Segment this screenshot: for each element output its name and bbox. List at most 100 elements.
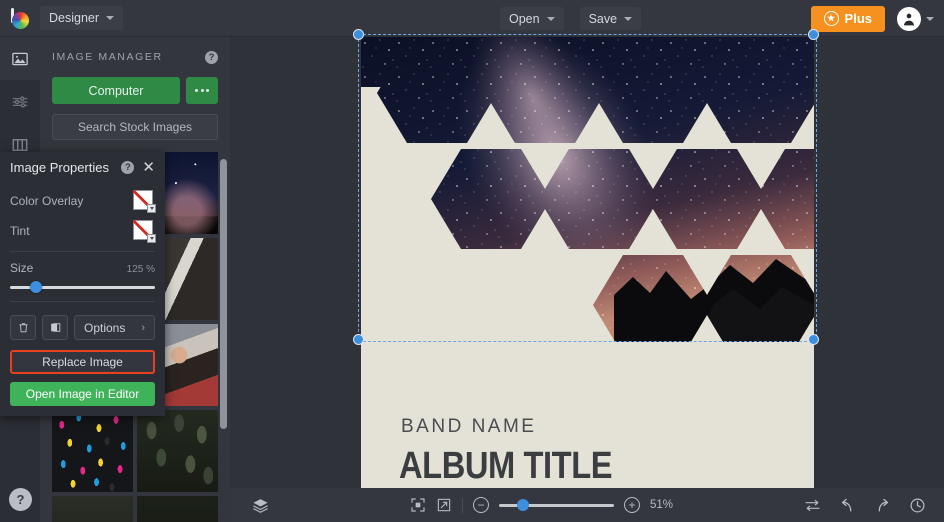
history-controls	[804, 497, 944, 514]
album-title-text[interactable]: ALBUM TITLE	[399, 445, 613, 488]
app-logo[interactable]	[0, 7, 40, 29]
chevron-down-icon	[546, 16, 555, 21]
image-properties-body: Color Overlay Tint Size 125 % Options › …	[0, 182, 165, 406]
thumb-forest-aerial[interactable]	[137, 410, 218, 492]
app-name-dropdown[interactable]: Designer	[40, 6, 124, 30]
sidebar-item-adjust[interactable]	[0, 80, 40, 123]
open-image-in-editor-label: Open Image in Editor	[25, 387, 140, 401]
thumb-dark-foliage[interactable]	[52, 496, 133, 522]
replace-image-label: Replace Image	[42, 355, 123, 369]
thumb-green-field[interactable]	[137, 496, 218, 522]
account-menu[interactable]	[897, 6, 934, 31]
color-overlay-label: Color Overlay	[10, 194, 84, 208]
replace-image-button[interactable]: Replace Image	[10, 350, 155, 374]
zoom-in-button[interactable]: +	[624, 497, 640, 513]
options-button[interactable]: Options ›	[74, 315, 155, 340]
plus-label: Plus	[844, 11, 872, 26]
divider	[462, 497, 463, 513]
history-button[interactable]	[909, 497, 926, 514]
open-menu-button[interactable]: Open	[500, 7, 564, 30]
fit-to-screen-icon	[411, 498, 425, 512]
redo-button[interactable]	[874, 497, 891, 514]
image-properties-header: Image Properties ? ✕	[0, 152, 165, 182]
app-root: Designer Open Save ★ Plus ? IMAGE MANAGE…	[0, 0, 944, 522]
plus-upgrade-button[interactable]: ★ Plus	[810, 5, 885, 32]
swap-button[interactable]	[804, 497, 821, 514]
swap-icon	[805, 499, 820, 511]
zoom-slider-knob[interactable]	[517, 499, 529, 511]
honeycomb-cells	[361, 37, 814, 342]
sidebar-item-image-manager[interactable]	[0, 37, 40, 80]
image-properties-panel: Image Properties ? ✕ Color Overlay Tint	[0, 152, 165, 416]
chevron-down-icon[interactable]	[147, 204, 156, 213]
close-icon[interactable]: ✕	[142, 160, 155, 175]
chevron-down-icon	[106, 16, 115, 20]
selection-handle-bottom-right[interactable]	[808, 334, 819, 345]
expand-button[interactable]	[436, 497, 452, 513]
divider	[10, 301, 155, 302]
more-options-icon[interactable]	[186, 77, 218, 104]
top-bar-right: ★ Plus	[810, 0, 934, 37]
artboard[interactable]: BAND NAME ALBUM TITLE	[361, 37, 814, 488]
tint-label: Tint	[10, 224, 30, 238]
sliders-icon	[12, 95, 28, 108]
layers-icon	[252, 498, 268, 513]
top-bar: Designer Open Save ★ Plus	[0, 0, 944, 37]
color-overlay-swatch[interactable]	[133, 190, 156, 213]
duplicate-button[interactable]	[42, 315, 68, 340]
avatar	[897, 6, 921, 31]
chevron-down-icon	[624, 16, 633, 21]
computer-button[interactable]: Computer	[52, 77, 180, 104]
zoom-slider[interactable]	[499, 497, 614, 513]
help-button[interactable]: ?	[9, 488, 32, 511]
fit-to-screen-button[interactable]	[410, 497, 426, 513]
tint-swatch[interactable]	[133, 220, 156, 243]
columns-icon	[12, 138, 28, 151]
selection-handle-top-left[interactable]	[353, 29, 364, 40]
question-icon[interactable]: ?	[205, 50, 218, 64]
tint-row: Tint	[10, 216, 156, 246]
panel-scrollbar-thumb[interactable]	[220, 159, 227, 429]
size-slider[interactable]	[10, 278, 155, 296]
divider	[10, 251, 155, 252]
thumb-sprinkles[interactable]	[52, 410, 133, 492]
size-row: Size 125 %	[10, 257, 155, 275]
band-name-text[interactable]: BAND NAME	[401, 416, 536, 438]
zoom-value: 51%	[650, 499, 674, 511]
color-wheel-icon	[11, 11, 29, 29]
open-label: Open	[509, 11, 540, 26]
question-icon[interactable]: ?	[121, 160, 135, 174]
selection-handle-top-right[interactable]	[808, 29, 819, 40]
zoom-out-button[interactable]: −	[473, 497, 489, 513]
color-overlay-row: Color Overlay	[10, 186, 156, 216]
bottom-toolbar: − + 51%	[230, 488, 944, 522]
redo-icon	[878, 498, 889, 511]
zoom-controls: − + 51%	[290, 497, 804, 513]
trash-icon	[18, 323, 28, 333]
expand-icon	[437, 498, 451, 512]
image-source-row: Computer	[40, 77, 230, 104]
search-stock-images-button[interactable]: Search Stock Images	[52, 114, 218, 140]
undo-button[interactable]	[839, 497, 856, 514]
delete-button[interactable]	[10, 315, 36, 340]
hexagon-honeycomb-galaxy-photo[interactable]	[361, 37, 814, 342]
chevron-right-icon: ›	[141, 321, 145, 334]
chevron-down-icon	[926, 16, 934, 21]
image-properties-title: Image Properties	[10, 159, 109, 175]
computer-label: Computer	[88, 83, 144, 98]
panel-header: IMAGE MANAGER ?	[40, 37, 230, 77]
history-clock-icon	[910, 498, 925, 512]
selection-handle-bottom-left[interactable]	[353, 334, 364, 345]
canvas-area[interactable]: BAND NAME ALBUM TITLE	[230, 29, 944, 488]
image-icon	[12, 52, 28, 65]
save-menu-button[interactable]: Save	[579, 7, 642, 30]
stock-label: Search Stock Images	[77, 120, 193, 134]
star-icon: ★	[823, 11, 839, 26]
open-image-in-editor-button[interactable]: Open Image in Editor	[10, 382, 155, 406]
size-slider-knob[interactable]	[30, 281, 42, 293]
layers-button[interactable]	[230, 497, 290, 514]
save-label: Save	[588, 11, 618, 26]
duplicate-icon	[50, 323, 60, 332]
panel-title: IMAGE MANAGER	[52, 51, 163, 63]
chevron-down-icon[interactable]	[147, 234, 156, 243]
